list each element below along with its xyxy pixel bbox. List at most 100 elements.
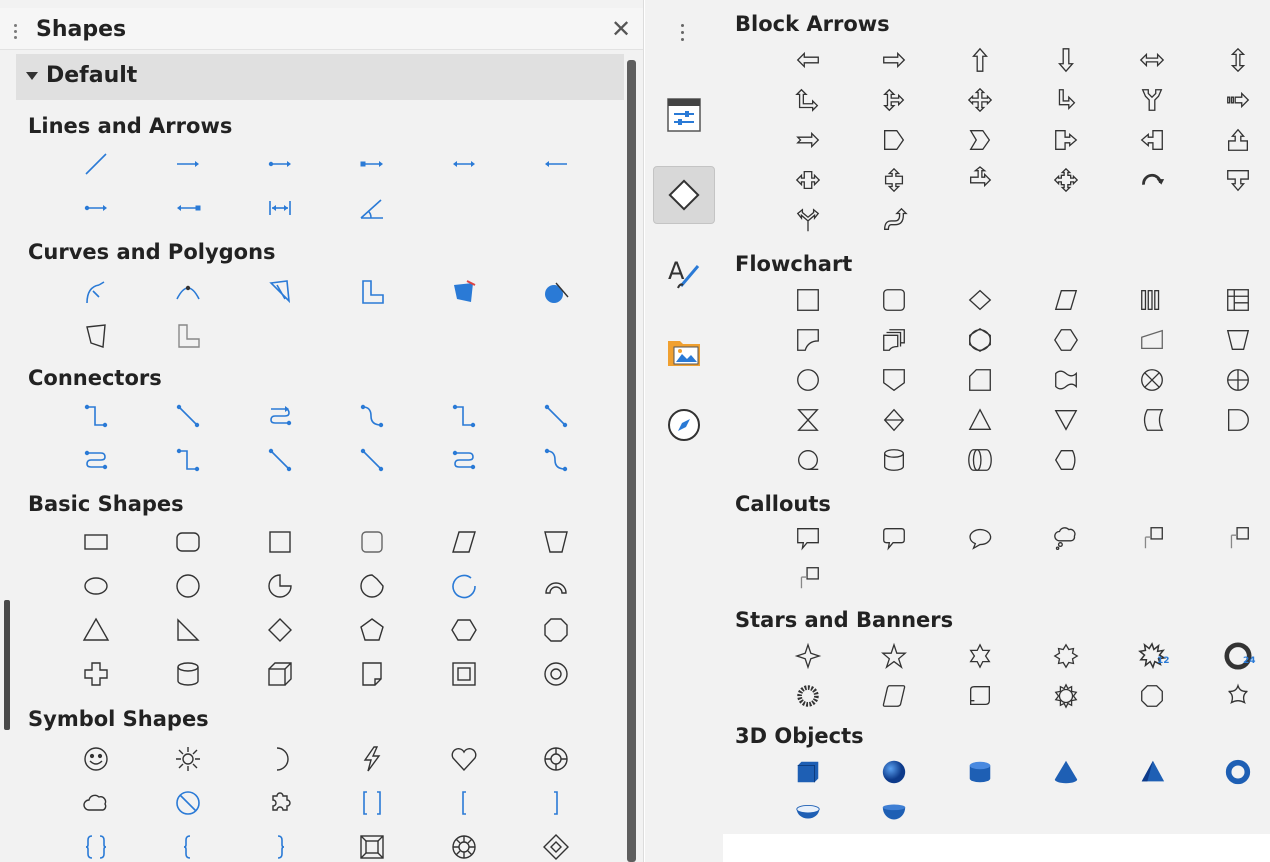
signet-shape[interactable] [1023, 676, 1109, 716]
polygon-shape[interactable] [234, 270, 326, 314]
explosion-shape[interactable] [765, 676, 851, 716]
cloud-callout-shape[interactable] [1023, 518, 1109, 558]
circle-pie-shape[interactable] [234, 564, 326, 608]
connector-line-both-shape[interactable] [234, 438, 326, 482]
block-arc-shape[interactable] [326, 564, 418, 608]
four-way-callout-shape[interactable] [1023, 160, 1109, 200]
arrow-up-right-down-shape[interactable] [851, 80, 937, 120]
left-brace-shape[interactable] [142, 825, 234, 862]
down-arrow-callout-shape[interactable] [1195, 160, 1270, 200]
manual-operation-shape[interactable] [1195, 320, 1270, 360]
polygon-filled-shape[interactable] [50, 314, 142, 358]
connector-line-ends-shape[interactable] [326, 438, 418, 482]
octagon-shape[interactable] [510, 608, 602, 652]
rectangular-callout-shape[interactable] [765, 518, 851, 558]
sphere-3d-shape[interactable] [851, 752, 937, 792]
rounded-rectangle-shape[interactable] [142, 520, 234, 564]
diamond-bevel-shape[interactable] [510, 825, 602, 862]
collate-shape[interactable] [765, 400, 851, 440]
striped-right-shape[interactable] [1195, 80, 1270, 120]
cross-shape[interactable] [50, 652, 142, 696]
split-round-arrow-shape[interactable] [765, 200, 851, 240]
line-shape[interactable] [50, 142, 142, 186]
line-circle-both-shape[interactable] [50, 186, 142, 230]
line-square-arrow-shape[interactable] [326, 142, 418, 186]
round-callout-shape[interactable] [937, 518, 1023, 558]
4-point-star-shape[interactable] [765, 636, 851, 676]
curve-shape[interactable] [50, 270, 142, 314]
parallelogram-shape[interactable] [418, 520, 510, 564]
connector-curved-ends-shape[interactable] [418, 438, 510, 482]
octagon-bevel-shape[interactable] [418, 825, 510, 862]
or-shape[interactable] [1195, 360, 1270, 400]
smiley-shape[interactable] [50, 737, 142, 781]
corner-right-shape[interactable] [1023, 80, 1109, 120]
circle-segment-shape[interactable] [510, 564, 602, 608]
right-triangle-shape[interactable] [142, 608, 234, 652]
scrollbar[interactable] [627, 60, 636, 862]
alternate-process-shape[interactable] [851, 280, 937, 320]
summing-junction-shape[interactable] [1109, 360, 1195, 400]
line-callout-1-shape[interactable] [1109, 518, 1195, 558]
vertical-scroll-shape[interactable] [851, 676, 937, 716]
pentagon-shape[interactable] [326, 608, 418, 652]
concave-star-shape[interactable] [1195, 676, 1270, 716]
arrow-up-shape[interactable] [937, 40, 1023, 80]
off-page-connector-shape[interactable] [851, 360, 937, 400]
sequential-access-shape[interactable] [765, 440, 851, 480]
card-shape[interactable] [937, 360, 1023, 400]
shell-3d-shape[interactable] [765, 792, 851, 832]
close-button[interactable]: ✕ [608, 16, 634, 42]
arrow-down-shape[interactable] [1023, 40, 1109, 80]
line-circle-arrow-shape[interactable] [234, 142, 326, 186]
styles-tab[interactable]: A [653, 242, 715, 300]
line-square-both-shape[interactable] [142, 186, 234, 230]
hexagon-shape[interactable] [418, 608, 510, 652]
doorplate-shape[interactable] [1109, 676, 1195, 716]
lightning-shape[interactable] [326, 737, 418, 781]
properties-tab[interactable] [653, 86, 715, 144]
square-bevel-shape[interactable] [326, 825, 418, 862]
delay-shape[interactable] [1195, 400, 1270, 440]
connector-curved-alt-shape[interactable] [326, 394, 418, 438]
up-arrow-callout-shape[interactable] [1195, 120, 1270, 160]
left-arrow-callout-shape[interactable] [1109, 120, 1195, 160]
internal-storage-shape[interactable] [1195, 280, 1270, 320]
connector-standard-alt-shape[interactable] [418, 394, 510, 438]
rounded-rect-callout-shape[interactable] [851, 518, 937, 558]
triangle-shape[interactable] [50, 608, 142, 652]
left-right-callout-shape[interactable] [765, 160, 851, 200]
arrow-4-way-shape[interactable] [937, 80, 1023, 120]
connector-curved-both-shape[interactable] [50, 438, 142, 482]
line-callout-3-shape[interactable] [765, 558, 851, 598]
stored-data-shape[interactable] [1109, 400, 1195, 440]
freeform-line-filled-shape[interactable] [418, 270, 510, 314]
terminator-shape[interactable] [937, 320, 1023, 360]
5-point-star-shape[interactable] [851, 636, 937, 676]
right-brace-shape[interactable] [234, 825, 326, 862]
puzzle-shape[interactable] [234, 781, 326, 825]
ring-shape[interactable] [510, 652, 602, 696]
preparation-shape[interactable] [1023, 320, 1109, 360]
arrow-left-right-shape[interactable] [1109, 40, 1195, 80]
dimension-line-shape[interactable] [234, 186, 326, 230]
arrow-left-shape[interactable] [765, 40, 851, 80]
connector-line-end-shape[interactable] [510, 438, 602, 482]
decision-shape[interactable] [937, 280, 1023, 320]
sort-shape[interactable] [851, 400, 937, 440]
extract-shape[interactable] [937, 400, 1023, 440]
up-down-callout-shape[interactable] [851, 160, 937, 200]
diamond-shape[interactable] [234, 608, 326, 652]
document-shape[interactable] [765, 320, 851, 360]
torus-3d-shape[interactable] [1195, 752, 1270, 792]
tabbar-menu-icon[interactable] [681, 24, 685, 45]
freeform-filled-circle-shape[interactable] [510, 270, 602, 314]
process-shape[interactable] [765, 280, 851, 320]
rounded-square-shape[interactable] [326, 520, 418, 564]
connector-shape[interactable] [765, 360, 851, 400]
connector-standard-shape[interactable] [50, 394, 142, 438]
12-point-star-shape[interactable]: 12 [1109, 636, 1195, 676]
frame-shape[interactable] [418, 652, 510, 696]
connector-standard-both-shape[interactable] [142, 438, 234, 482]
heart-shape[interactable] [418, 737, 510, 781]
